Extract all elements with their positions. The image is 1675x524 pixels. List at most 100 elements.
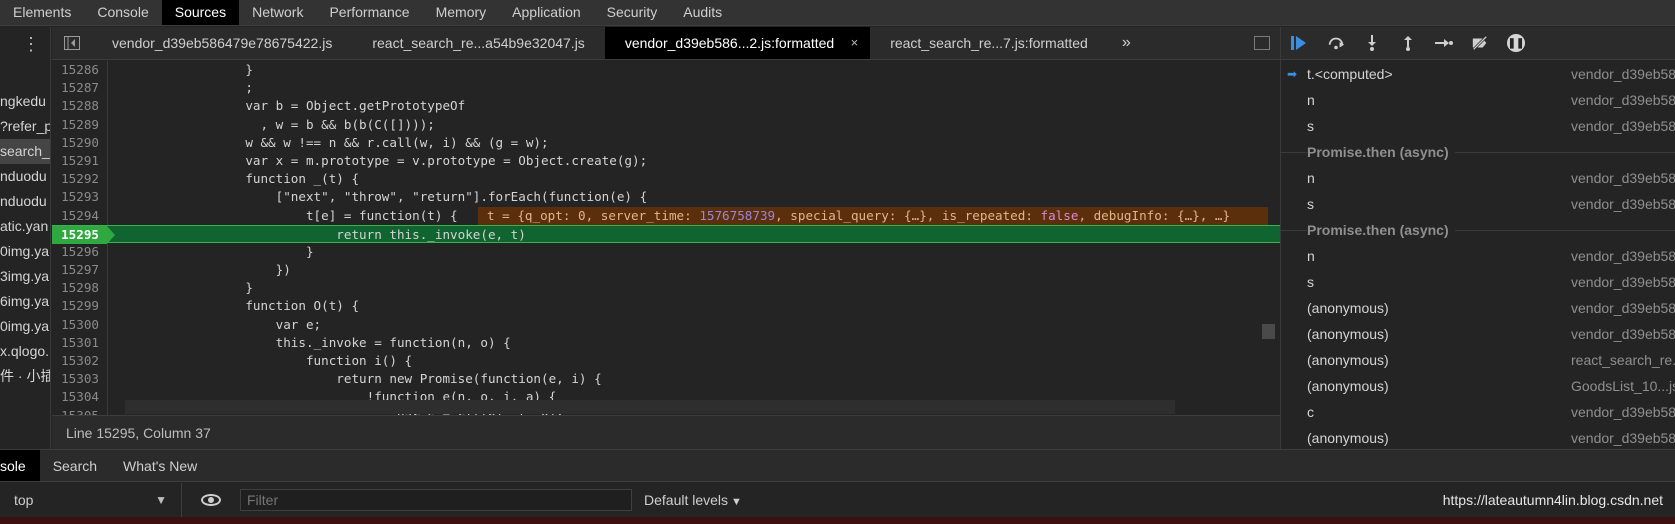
line-number[interactable]: 15294 bbox=[52, 207, 107, 225]
file-tree-item[interactable]: x.qlogo. bbox=[0, 339, 50, 364]
file-tree-item[interactable]: nduodu bbox=[0, 189, 50, 214]
more-options-icon[interactable]: ⋮ bbox=[22, 35, 40, 53]
code-line: 15289 , w = b && b(b(C([]))); bbox=[52, 115, 1280, 134]
eye-icon[interactable] bbox=[198, 492, 224, 508]
line-number[interactable]: 15302 bbox=[52, 352, 107, 370]
frame-location[interactable]: vendor_d39eb586479e78675422.js:formatted bbox=[1571, 243, 1675, 269]
line-number[interactable]: 15295 bbox=[52, 225, 107, 244]
file-tree-item[interactable]: ngkedu bbox=[0, 89, 50, 114]
call-frame[interactable]: ➡ t.<computed> vendor_d39eb586479e78675422… bbox=[1281, 61, 1675, 87]
frame-location[interactable]: vendor_d39eb586479e78675422.js:formatted bbox=[1571, 425, 1675, 449]
frame-location[interactable]: vendor_d39eb586479e78675422.js:formatted bbox=[1571, 113, 1675, 139]
file-tree-item[interactable]: ?refer_p bbox=[0, 114, 50, 139]
step-over-icon[interactable] bbox=[1327, 34, 1345, 52]
code-text: } bbox=[124, 243, 314, 259]
drawer-tab[interactable]: What's New bbox=[110, 450, 210, 481]
call-frame[interactable]: (anonymous) react_search_re...7.js:format… bbox=[1281, 347, 1675, 373]
resume-icon[interactable] bbox=[1291, 34, 1309, 52]
gutter-divider bbox=[107, 206, 108, 225]
file-tree-item[interactable]: 0img.ya bbox=[0, 239, 50, 264]
tab-sources[interactable]: Sources bbox=[161, 0, 240, 25]
line-number[interactable]: 15305 bbox=[52, 407, 107, 415]
drawer-tab[interactable]: sole bbox=[0, 450, 40, 481]
step-icon[interactable] bbox=[1435, 34, 1453, 52]
frame-location[interactable]: vendor_d39eb586479e78675422.js:formatted bbox=[1571, 321, 1675, 347]
call-frame[interactable]: c vendor_d39eb586479e78675422.js:formatte… bbox=[1281, 399, 1675, 425]
horizontal-scrollbar[interactable] bbox=[125, 400, 1175, 414]
line-number[interactable]: 15298 bbox=[52, 279, 107, 297]
step-into-icon[interactable] bbox=[1363, 34, 1381, 52]
file-tab[interactable]: react_search_re...a54b9e32047.js bbox=[352, 27, 604, 59]
call-frame[interactable]: s vendor_d39eb586479e78675422.js:formatte… bbox=[1281, 191, 1675, 217]
line-number[interactable]: 15304 bbox=[52, 388, 107, 406]
tab-application[interactable]: Application bbox=[499, 0, 594, 25]
context-selector[interactable]: top ▼ bbox=[0, 483, 182, 517]
vertical-scrollbar[interactable] bbox=[1262, 324, 1275, 339]
drawer-tab[interactable]: Search bbox=[40, 450, 110, 481]
toggle-debugger-icon[interactable] bbox=[1254, 36, 1270, 50]
frame-location[interactable]: GoodsList_10...js:formatted bbox=[1571, 373, 1675, 399]
line-number[interactable]: 15291 bbox=[52, 152, 107, 170]
close-icon[interactable]: × bbox=[851, 27, 859, 59]
frame-location[interactable]: vendor_d39eb586479e78675422.js:formatted bbox=[1571, 295, 1675, 321]
frame-location[interactable]: vendor_d39eb586479e78675422.js:formatted bbox=[1571, 399, 1675, 425]
deactivate-breakpoints-icon[interactable] bbox=[1471, 34, 1489, 52]
tab-audits[interactable]: Audits bbox=[670, 0, 735, 25]
file-tab[interactable]: react_search_re...7.js:formatted bbox=[870, 27, 1108, 59]
call-frame[interactable]: s vendor_d39eb586479e78675422.js:formatte… bbox=[1281, 113, 1675, 139]
call-frame[interactable]: n vendor_d39eb586479e78675422.js:formatte… bbox=[1281, 87, 1675, 113]
tab-performance[interactable]: Performance bbox=[316, 0, 422, 25]
call-frame[interactable]: n vendor_d39eb586479e78675422.js:formatte… bbox=[1281, 165, 1675, 191]
step-out-icon[interactable] bbox=[1399, 34, 1417, 52]
tab-console[interactable]: Console bbox=[84, 0, 161, 25]
call-frame[interactable]: n vendor_d39eb586479e78675422.js:formatte… bbox=[1281, 243, 1675, 269]
line-number[interactable]: 15290 bbox=[52, 134, 107, 152]
call-frame[interactable]: (anonymous) vendor_d39eb586479e78675422.j… bbox=[1281, 425, 1675, 449]
frame-location[interactable]: react_search_re...7.js:formatted bbox=[1571, 347, 1675, 373]
call-frame[interactable]: (anonymous) vendor_d39eb586479e78675422.j… bbox=[1281, 321, 1675, 347]
more-tabs-icon[interactable]: » bbox=[1108, 27, 1145, 59]
pause-on-exceptions-icon[interactable]: ❚❚ bbox=[1507, 34, 1525, 52]
line-number[interactable]: 15288 bbox=[52, 97, 107, 115]
frame-location[interactable]: vendor_d39eb586479e78675422.js:formatted bbox=[1571, 165, 1675, 191]
line-number[interactable]: 15289 bbox=[52, 116, 107, 134]
frame-location[interactable]: vendor_d39eb586479e78675422.js:formatted bbox=[1571, 269, 1675, 295]
toggle-navigator-icon[interactable] bbox=[52, 27, 92, 59]
log-levels-dropdown[interactable]: Default levels ▼ bbox=[644, 483, 742, 519]
file-tree-item[interactable]: 件 · 小插 bbox=[0, 364, 50, 389]
line-number[interactable]: 15287 bbox=[52, 79, 107, 97]
call-frame[interactable]: (anonymous) vendor_d39eb586479e78675422.j… bbox=[1281, 295, 1675, 321]
file-tree-item[interactable]: 3img.ya bbox=[0, 264, 50, 289]
call-frame[interactable]: s vendor_d39eb586479e78675422.js:formatte… bbox=[1281, 269, 1675, 295]
line-number[interactable]: 15293 bbox=[52, 188, 107, 206]
line-number[interactable]: 15296 bbox=[52, 243, 107, 261]
frame-location[interactable]: vendor_d39eb586479e78675422.js:formatted bbox=[1571, 87, 1675, 113]
tab-security[interactable]: Security bbox=[594, 0, 671, 25]
call-frame[interactable]: (anonymous) GoodsList_10...js:formatted bbox=[1281, 373, 1675, 399]
code-editor[interactable]: 15286 } 15287 ; 15288 var b = Object.getPr… bbox=[52, 61, 1280, 415]
file-tree-item[interactable]: search_ bbox=[0, 139, 50, 164]
line-number[interactable]: 15303 bbox=[52, 370, 107, 388]
frame-location[interactable]: vendor_d39eb586479e78675422.js:formatted… bbox=[1571, 61, 1675, 87]
frame-location[interactable]: vendor_d39eb586479e78675422.js:formatted bbox=[1571, 191, 1675, 217]
line-number[interactable]: 15286 bbox=[52, 61, 107, 79]
inline-value-bool: false bbox=[1040, 207, 1079, 223]
cursor-position: Line 15295, Column 37 bbox=[66, 425, 211, 441]
file-tree-item[interactable]: atic.yan bbox=[0, 214, 50, 239]
line-number[interactable]: 15297 bbox=[52, 261, 107, 279]
tab-memory[interactable]: Memory bbox=[423, 0, 500, 25]
tab-elements[interactable]: Elements bbox=[0, 0, 84, 25]
file-tab[interactable]: vendor_d39eb586...2.js:formatted × bbox=[604, 27, 871, 59]
line-number[interactable]: 15300 bbox=[52, 316, 107, 334]
code-text: var b = Object.getPrototypeOf bbox=[124, 98, 466, 114]
console-filter-input[interactable] bbox=[240, 489, 632, 511]
line-number[interactable]: 15301 bbox=[52, 334, 107, 352]
line-number[interactable]: 15292 bbox=[52, 170, 107, 188]
frame-name: n bbox=[1307, 248, 1315, 264]
file-tab[interactable]: vendor_d39eb586479e78675422.js bbox=[92, 27, 352, 59]
line-number[interactable]: 15299 bbox=[52, 297, 107, 315]
file-tree-item[interactable]: 0img.ya bbox=[0, 314, 50, 339]
tab-network[interactable]: Network bbox=[239, 0, 316, 25]
file-tree-item[interactable]: 6img.ya bbox=[0, 289, 50, 314]
file-tree-item[interactable]: nduodu bbox=[0, 164, 50, 189]
